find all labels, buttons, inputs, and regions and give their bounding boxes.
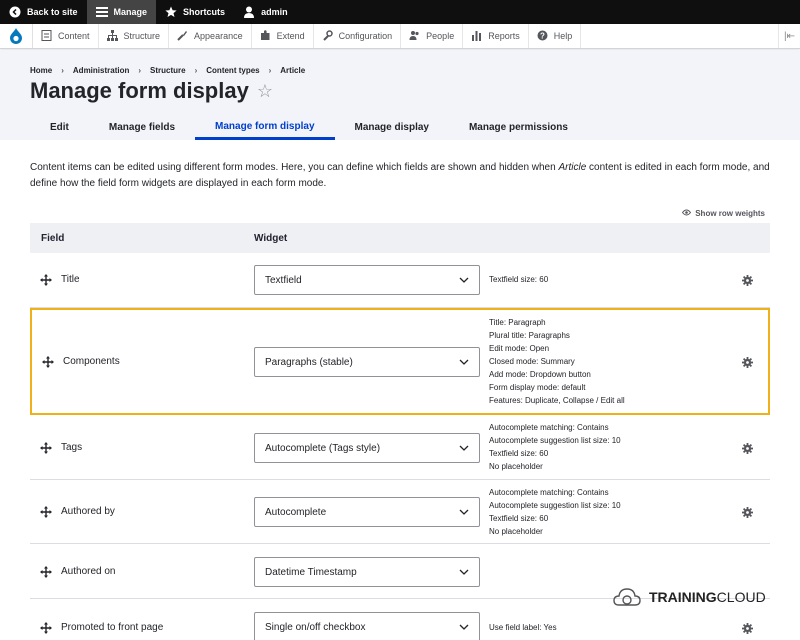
menu-item-people[interactable]: People	[401, 24, 464, 48]
tab-manage-form-display[interactable]: Manage form display	[195, 115, 335, 140]
gear-icon[interactable]	[742, 275, 753, 286]
menu-item-configuration[interactable]: Configuration	[314, 24, 402, 48]
breadcrumb-structure[interactable]: Structure	[150, 66, 186, 75]
chevron-down-icon	[459, 569, 469, 575]
back-arrow-icon	[9, 6, 21, 18]
star-icon	[165, 6, 177, 18]
widget-summary: Autocomplete matching: Contains Autocomp…	[489, 488, 621, 536]
menu-item-structure[interactable]: Structure	[99, 24, 170, 48]
breadcrumb: Home › Administration › Structure › Cont…	[30, 66, 305, 75]
extend-icon	[260, 29, 271, 43]
drupal-logo-icon[interactable]	[0, 24, 33, 48]
table-row: Title Textfield Textfield size: 60	[30, 253, 770, 308]
appearance-icon	[177, 30, 188, 43]
field-label: Promoted to front page	[61, 622, 164, 633]
gear-icon[interactable]	[742, 443, 753, 454]
chevron-down-icon	[459, 509, 469, 515]
content-icon	[41, 29, 52, 43]
primary-tabs: Edit Manage fields Manage form display M…	[30, 115, 588, 140]
admin-toolbar: Back to site Manage Shortcuts admin	[0, 0, 800, 24]
breadcrumb-article[interactable]: Article	[280, 66, 305, 75]
breadcrumb-separator: ›	[194, 66, 198, 75]
header-field: Field	[41, 232, 65, 244]
table-row-highlighted: Components Paragraphs (stable) Title: Pa…	[30, 308, 770, 415]
tab-manage-permissions[interactable]: Manage permissions	[449, 115, 588, 140]
breadcrumb-separator: ›	[268, 66, 272, 75]
cloud-logo-icon	[613, 588, 641, 606]
gear-icon[interactable]	[742, 507, 753, 518]
field-label: Authored on	[61, 566, 116, 577]
tab-manage-display[interactable]: Manage display	[335, 115, 449, 140]
drag-handle-icon[interactable]	[40, 506, 52, 518]
widget-select[interactable]: Autocomplete	[254, 497, 480, 527]
collapse-icon: |⇤	[784, 30, 795, 42]
widget-summary: Textfield size: 60	[489, 275, 549, 284]
menu-item-extend[interactable]: Extend	[252, 24, 314, 48]
page-header: Home › Administration › Structure › Cont…	[0, 50, 800, 140]
widget-select[interactable]: Autocomplete (Tags style)	[254, 433, 480, 463]
trainingcloud-watermark: TRAININGCLOUD	[612, 585, 766, 609]
back-to-site-link[interactable]: Back to site	[0, 0, 87, 24]
table-row: Authored by Autocomplete Autocomplete ma…	[30, 480, 770, 544]
drag-handle-icon[interactable]	[42, 356, 54, 368]
eye-icon	[682, 209, 692, 218]
show-row-weights-link[interactable]: Show row weights	[682, 209, 765, 218]
drag-handle-icon[interactable]	[40, 442, 52, 454]
chevron-down-icon	[459, 359, 469, 365]
reports-icon	[471, 30, 482, 43]
menu-item-appearance[interactable]: Appearance	[169, 24, 252, 48]
admin-menu-tray: Content Structure Appearance Extend Conf…	[0, 24, 800, 49]
chevron-down-icon	[459, 624, 469, 630]
page-title: Manage form display ☆	[30, 78, 273, 103]
shortcuts-toggle[interactable]: Shortcuts	[156, 0, 234, 24]
table-header: Field Widget	[30, 223, 770, 253]
hamburger-icon	[95, 6, 108, 18]
manage-toggle[interactable]: Manage	[86, 0, 157, 24]
user-icon	[243, 6, 255, 18]
breadcrumb-home[interactable]: Home	[30, 66, 52, 75]
menu-item-content[interactable]: Content	[33, 24, 99, 48]
svg-text:?: ?	[540, 31, 545, 40]
breadcrumb-content-types[interactable]: Content types	[206, 66, 259, 75]
page-description: Content items can be edited using differ…	[30, 162, 770, 189]
breadcrumb-separator: ›	[61, 66, 64, 75]
chevron-down-icon	[459, 277, 469, 283]
widget-select[interactable]: Paragraphs (stable)	[254, 347, 480, 377]
tray-orientation-toggle[interactable]: |⇤	[778, 24, 800, 48]
people-icon	[409, 30, 420, 43]
widget-summary: Title: Paragraph Plural title: Paragraph…	[489, 318, 625, 405]
widget-select[interactable]: Single on/off checkbox	[254, 612, 480, 640]
drag-handle-icon[interactable]	[40, 622, 52, 634]
tab-manage-fields[interactable]: Manage fields	[89, 115, 195, 140]
field-label: Components	[63, 356, 120, 367]
structure-icon	[106, 29, 118, 43]
drag-handle-icon[interactable]	[40, 566, 52, 578]
add-shortcut-star-icon[interactable]: ☆	[257, 81, 273, 102]
field-label: Authored by	[61, 506, 115, 517]
widget-select[interactable]: Datetime Timestamp	[254, 557, 480, 587]
chevron-down-icon	[459, 445, 469, 451]
header-widget: Widget	[254, 232, 288, 244]
field-label: Tags	[61, 442, 83, 453]
gear-icon[interactable]	[742, 357, 753, 368]
menu-item-help[interactable]: ? Help	[529, 24, 582, 48]
widget-summary: Use field label: Yes	[489, 623, 557, 632]
breadcrumb-administration[interactable]: Administration	[73, 66, 129, 75]
tab-edit[interactable]: Edit	[30, 115, 89, 140]
gear-icon[interactable]	[742, 623, 753, 634]
table-row: Tags Autocomplete (Tags style) Autocompl…	[30, 415, 770, 480]
field-display-table: Field Widget Title Textfield Textfield s…	[30, 223, 770, 640]
drag-handle-icon[interactable]	[40, 274, 52, 286]
widget-select[interactable]: Textfield	[254, 265, 480, 295]
field-label: Title	[61, 274, 80, 285]
user-toggle[interactable]: admin	[234, 0, 297, 24]
help-icon: ?	[537, 30, 548, 43]
breadcrumb-separator: ›	[138, 66, 142, 75]
menu-item-reports[interactable]: Reports	[463, 24, 529, 48]
wrench-icon	[322, 29, 333, 43]
widget-summary: Autocomplete matching: Contains Autocomp…	[489, 423, 621, 471]
